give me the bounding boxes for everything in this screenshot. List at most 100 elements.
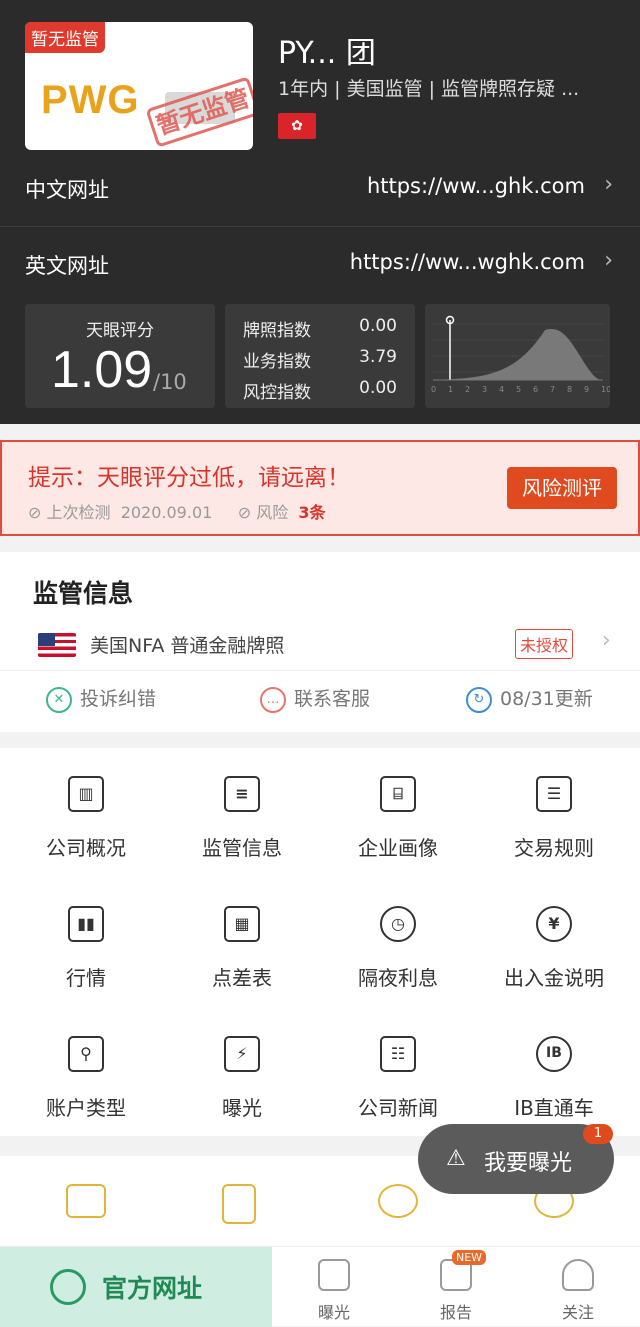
unregulated-stamp: 暂无监管 <box>145 76 253 148</box>
index-label: 业务指数 <box>243 352 311 372</box>
divider <box>0 670 640 671</box>
video-icon[interactable] <box>66 1184 106 1218</box>
grid-item-account-types[interactable]: ⚲ 账户类型 <box>6 1008 166 1138</box>
cn-url-value: https://ww...ghk.com <box>366 174 585 198</box>
broker-logo-card: 暂无监管 PWG 暂无监管 <box>25 22 253 150</box>
chevron-right-icon: › <box>604 248 613 273</box>
ib-circle-icon: IB <box>536 1036 572 1072</box>
flag-usa-icon <box>38 633 76 657</box>
grid-item-label: 账户类型 <box>46 1096 126 1120</box>
grid-item-regulation[interactable]: ≡ 监管信息 <box>162 748 322 878</box>
risk-warning-meta: ⊘ 上次检测 2020.09.01 ⊘ 风险 3条 <box>28 499 326 523</box>
grid-item-label: 行情 <box>66 966 106 990</box>
grid-item-exposure[interactable]: ⚡ 曝光 <box>162 1008 322 1138</box>
curve-tick-label: 5 <box>516 385 521 394</box>
bottom-tab-bar: 官方网址 曝光 报告 NEW 关注 <box>0 1246 640 1327</box>
certificate-icon[interactable] <box>222 1184 256 1224</box>
curve-tick-label: 3 <box>482 385 487 394</box>
curve-tick-label: 4 <box>499 385 504 394</box>
unauthorized-badge: 未授权 <box>515 629 574 659</box>
regulation-section: 监管信息 美国NFA 普通金融牌照 未授权 › ✕ 投诉纠错 … 联系客服 ↻ 08/… <box>0 552 640 732</box>
grid-item-label: 监管信息 <box>202 836 282 860</box>
grid-item-ib-express[interactable]: IB IB直通车 <box>474 1008 634 1138</box>
grid-item-portrait[interactable]: ⌸ 企业画像 <box>318 748 478 878</box>
new-badge: NEW <box>452 1250 487 1265</box>
feature-grid: ▥ 公司概况 ≡ 监管信息 ⌸ 企业画像 ☰ 交易规则 ▮▮ 行情 ▦ 点差表 ◷ 隔夜利息 … <box>0 748 640 1136</box>
complaint-icon: ✕ <box>46 686 72 713</box>
risk-warning-title: 提示：天眼评分过低，请远离！ <box>28 465 350 491</box>
official-website-button[interactable]: 官方网址 <box>0 1247 272 1327</box>
tab-follow[interactable]: 关注 <box>518 1247 638 1327</box>
grid-item-company-news[interactable]: ☷ 公司新闻 <box>318 1008 478 1138</box>
grid-item-label: 交易规则 <box>514 836 594 860</box>
contact-service-button[interactable]: … 联系客服 <box>260 684 370 713</box>
last-check-date: 2020.09.01 <box>120 503 213 522</box>
risk-label: 风险 <box>256 503 289 522</box>
grid-item-label: 点差表 <box>212 966 272 990</box>
license-text: 美国NFA 普通金融牌照 <box>90 635 285 657</box>
curve-tick-label: 8 <box>567 385 572 394</box>
tab-label: 关注 <box>561 1303 594 1322</box>
grid-item-label: 企业画像 <box>358 836 438 860</box>
action-label: 联系客服 <box>294 688 371 710</box>
risk-assessment-button[interactable]: 风险测评 <box>507 467 617 509</box>
curve-tick-label: 7 <box>550 385 555 394</box>
list-icon: ☰ <box>536 776 572 812</box>
grid-item-market[interactable]: ▮▮ 行情 <box>6 878 166 1008</box>
report-exposure-label: 我要曝光 <box>484 1151 573 1176</box>
firm-name: PY... 团 <box>278 36 376 71</box>
alarm-light-icon: ⚠ <box>446 1146 466 1171</box>
grid-item-company-overview[interactable]: ▥ 公司概况 <box>6 748 166 878</box>
tab-label: 曝光 <box>317 1303 350 1322</box>
action-label: 投诉纠错 <box>80 688 157 710</box>
index-card: 牌照指数 0.00 业务指数 3.79 风控指数 0.00 <box>225 304 415 408</box>
grid-item-label: 隔夜利息 <box>358 966 438 990</box>
last-check-label: 上次检测 <box>46 503 111 522</box>
chevron-right-icon: › <box>602 628 611 653</box>
refresh-button[interactable]: ↻ 08/31更新 <box>466 684 593 713</box>
index-label: 牌照指数 <box>243 321 311 341</box>
risk-count: 3条 <box>298 503 326 522</box>
tab-exposure[interactable]: 曝光 <box>274 1247 394 1327</box>
cn-url-label: 中文网址 <box>25 178 109 202</box>
risk-index-row: 风控指数 0.00 <box>243 378 397 403</box>
broker-logo: PWG <box>41 78 140 122</box>
firm-subtitle: 1年内 | 美国监管 | 监管牌照存疑 ... <box>278 78 580 100</box>
notification-badge: 1 <box>583 1124 613 1144</box>
grid-item-overnight-interest[interactable]: ◷ 隔夜利息 <box>318 878 478 1008</box>
tab-label: 报告 <box>439 1303 472 1322</box>
broker-header: 暂无监管 PWG 暂无监管 PY... 团 1年内 | 美国监管 | 监管牌照存… <box>0 0 640 424</box>
en-url-label: 英文网址 <box>25 254 109 278</box>
regulation-title: 监管信息 <box>33 579 134 608</box>
newspaper-icon: ☷ <box>380 1036 416 1072</box>
divider <box>0 226 640 227</box>
regulation-license-row[interactable]: 美国NFA 普通金融牌照 未授权 › <box>0 618 640 670</box>
index-label: 风控指数 <box>243 383 311 403</box>
complaint-button[interactable]: ✕ 投诉纠错 <box>46 684 156 713</box>
user-list-icon: ⚲ <box>68 1036 104 1072</box>
score-card: 天眼评分 1.09 /10 <box>25 304 215 408</box>
grid-item-trading-rules[interactable]: ☰ 交易规则 <box>474 748 634 878</box>
refresh-icon: ↻ <box>466 686 492 713</box>
index-value: 0.00 <box>359 378 397 398</box>
grid-item-label: 公司概况 <box>46 836 126 860</box>
score-distribution-card: 0 1 2 3 4 5 6 7 8 9 10 <box>425 304 611 408</box>
alarm-light-icon <box>318 1259 350 1291</box>
check-circle-icon: ⊘ <box>237 503 252 522</box>
grid-item-label: 出入金说明 <box>504 966 604 990</box>
heart-icon <box>562 1259 594 1291</box>
index-value: 3.79 <box>359 347 397 367</box>
grid-item-spread-table[interactable]: ▦ 点差表 <box>162 878 322 1008</box>
curve-tick-label: 0 <box>431 385 436 394</box>
curve-tick-label: 1 <box>448 385 453 394</box>
score-label: 天眼评分 <box>86 321 154 341</box>
en-url-row[interactable]: 英文网址 https://ww...wghk.com › <box>25 244 615 284</box>
curve-tick-label: 6 <box>533 385 538 394</box>
grid-item-label: 曝光 <box>222 1096 262 1120</box>
document-icon: ≡ <box>224 776 260 812</box>
grid-item-deposit-withdraw[interactable]: ¥ 出入金说明 <box>474 878 634 1008</box>
team-icon[interactable] <box>378 1184 418 1218</box>
curve-tick-label: 2 <box>465 385 470 394</box>
unregulated-tag: 暂无监管 <box>25 22 105 53</box>
cn-url-row[interactable]: 中文网址 https://ww...ghk.com › <box>25 168 615 208</box>
